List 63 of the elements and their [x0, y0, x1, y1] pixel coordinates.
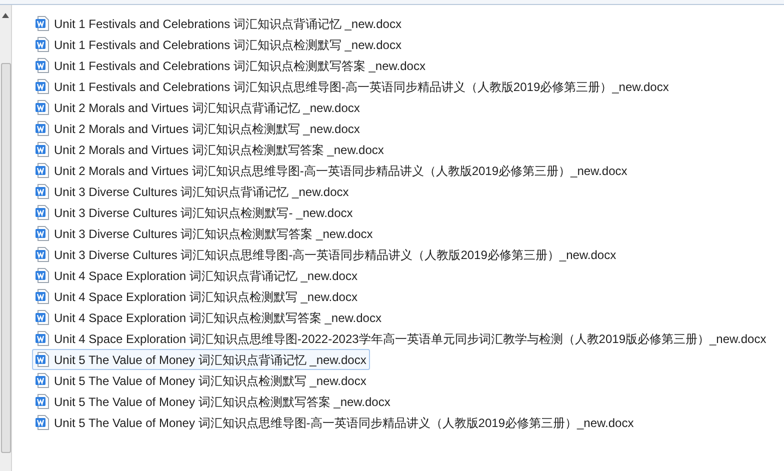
- file-name: Unit 3 Diverse Cultures 词汇知识点背诵记忆 _new.docx: [54, 184, 349, 200]
- file-name: Unit 5 The Value of Money 词汇知识点检测默写 _new.docx: [54, 372, 366, 390]
- file-item[interactable]: Unit 3 Diverse Cultures 词汇知识点检测默写答案 _new.docx: [32, 223, 377, 244]
- document-icon: [35, 121, 49, 136]
- file-name: Unit 2 Morals and Virtues 词汇知识点思维导图-高一英语同步精品讲义（人教版2019必修第三册）_new.docx: [54, 162, 628, 180]
- document-icon: [35, 79, 49, 94]
- file-item[interactable]: Unit 4 Space Exploration 词汇知识点检测默写 _new.docx: [32, 286, 362, 307]
- file-item[interactable]: Unit 4 Space Exploration 词汇知识点思维导图-2022-2023学年高一英语单元同步词汇教学与检测（人教2019版必修第三册）_new.docx: [32, 328, 770, 349]
- file-name: Unit 5 The Value of Money 词汇知识点检测默写答案 _new.docx: [54, 394, 390, 410]
- document-icon: [35, 142, 49, 157]
- document-icon: [35, 58, 49, 73]
- document-icon: [35, 16, 49, 31]
- file-item[interactable]: Unit 1 Festivals and Celebrations 词汇知识点思维导图-高一英语同步精品讲义（人教版2019必修第三册）_new.docx: [32, 76, 673, 97]
- file-name: Unit 1 Festivals and Celebrations 词汇知识点检测默写答案 _new.docx: [54, 58, 426, 74]
- file-name: Unit 3 Diverse Cultures 词汇知识点检测默写答案 _new.docx: [54, 226, 373, 242]
- file-name: Unit 4 Space Exploration 词汇知识点检测默写 _new.docx: [54, 288, 358, 306]
- document-icon: [35, 415, 49, 430]
- file-item[interactable]: Unit 3 Diverse Cultures 词汇知识点检测默写- _new.docx: [32, 202, 357, 223]
- file-name: Unit 4 Space Exploration 词汇知识点背诵记忆 _new.docx: [54, 268, 358, 284]
- file-name: Unit 5 The Value of Money 词汇知识点背诵记忆 _new.docx: [54, 352, 366, 368]
- file-item[interactable]: Unit 5 The Value of Money 词汇知识点思维导图-高一英语同步精品讲义（人教版2019必修第三册）_new.docx: [32, 412, 638, 433]
- file-name: Unit 5 The Value of Money 词汇知识点思维导图-高一英语同步精品讲义（人教版2019必修第三册）_new.docx: [54, 414, 634, 432]
- file-item[interactable]: Unit 4 Space Exploration 词汇知识点背诵记忆 _new.docx: [32, 265, 362, 286]
- document-icon: [35, 373, 49, 388]
- document-icon: [35, 184, 49, 199]
- file-item[interactable]: Unit 1 Festivals and Celebrations 词汇知识点检测默写 _new.docx: [32, 34, 406, 55]
- document-icon: [35, 268, 49, 283]
- file-item[interactable]: Unit 2 Morals and Virtues 词汇知识点思维导图-高一英语同步精品讲义（人教版2019必修第三册）_new.docx: [32, 160, 632, 181]
- file-item[interactable]: Unit 5 The Value of Money 词汇知识点背诵记忆 _new.docx: [32, 349, 370, 370]
- file-name: Unit 2 Morals and Virtues 词汇知识点背诵记忆 _new.docx: [54, 100, 360, 116]
- file-name: Unit 3 Diverse Cultures 词汇知识点检测默写- _new.docx: [54, 204, 353, 222]
- document-icon: [35, 331, 49, 346]
- document-icon: [35, 289, 49, 304]
- scroll-thumb[interactable]: [0, 63, 10, 453]
- document-icon: [35, 310, 49, 325]
- file-name: Unit 1 Festivals and Celebrations 词汇知识点背诵记忆 _new.docx: [54, 16, 402, 32]
- file-item[interactable]: Unit 1 Festivals and Celebrations 词汇知识点背诵记忆 _new.docx: [32, 13, 406, 34]
- document-icon: [35, 394, 49, 409]
- document-icon: [35, 100, 49, 115]
- file-name: Unit 4 Space Exploration 词汇知识点检测默写答案 _new.docx: [54, 310, 382, 326]
- file-name: Unit 1 Festivals and Celebrations 词汇知识点检测默写 _new.docx: [54, 36, 402, 54]
- document-icon: [35, 37, 49, 52]
- file-name: Unit 3 Diverse Cultures 词汇知识点思维导图-高一英语同步精品讲义（人教版2019必修第三册）_new.docx: [54, 246, 616, 264]
- file-name: Unit 1 Festivals and Celebrations 词汇知识点思维导图-高一英语同步精品讲义（人教版2019必修第三册）_new.docx: [54, 78, 669, 96]
- scrollbar[interactable]: [0, 5, 12, 471]
- file-item[interactable]: Unit 2 Morals and Virtues 词汇知识点背诵记忆 _new.docx: [32, 97, 364, 118]
- file-name: Unit 4 Space Exploration 词汇知识点思维导图-2022-2023学年高一英语单元同步词汇教学与检测（人教2019版必修第三册）_new.docx: [54, 330, 766, 348]
- file-item[interactable]: Unit 3 Diverse Cultures 词汇知识点思维导图-高一英语同步精品讲义（人教版2019必修第三册）_new.docx: [32, 244, 620, 265]
- document-icon: [35, 247, 49, 262]
- file-item[interactable]: Unit 5 The Value of Money 词汇知识点检测默写答案 _new.docx: [32, 391, 394, 412]
- file-item[interactable]: Unit 2 Morals and Virtues 词汇知识点检测默写 _new.docx: [32, 118, 364, 139]
- file-item[interactable]: Unit 4 Space Exploration 词汇知识点检测默写答案 _new.docx: [32, 307, 386, 328]
- document-icon: [35, 352, 49, 367]
- file-item[interactable]: Unit 5 The Value of Money 词汇知识点检测默写 _new.docx: [32, 370, 370, 391]
- file-item[interactable]: Unit 1 Festivals and Celebrations 词汇知识点检测默写答案 _new.docx: [32, 55, 430, 76]
- file-name: Unit 2 Morals and Virtues 词汇知识点检测默写答案 _new.docx: [54, 142, 384, 158]
- document-icon: [35, 205, 49, 220]
- file-item[interactable]: Unit 3 Diverse Cultures 词汇知识点背诵记忆 _new.docx: [32, 181, 353, 202]
- file-item[interactable]: Unit 2 Morals and Virtues 词汇知识点检测默写答案 _new.docx: [32, 139, 388, 160]
- document-icon: [35, 226, 49, 241]
- document-icon: [35, 163, 49, 178]
- scroll-up-icon[interactable]: [2, 13, 9, 18]
- file-name: Unit 2 Morals and Virtues 词汇知识点检测默写 _new.docx: [54, 120, 360, 138]
